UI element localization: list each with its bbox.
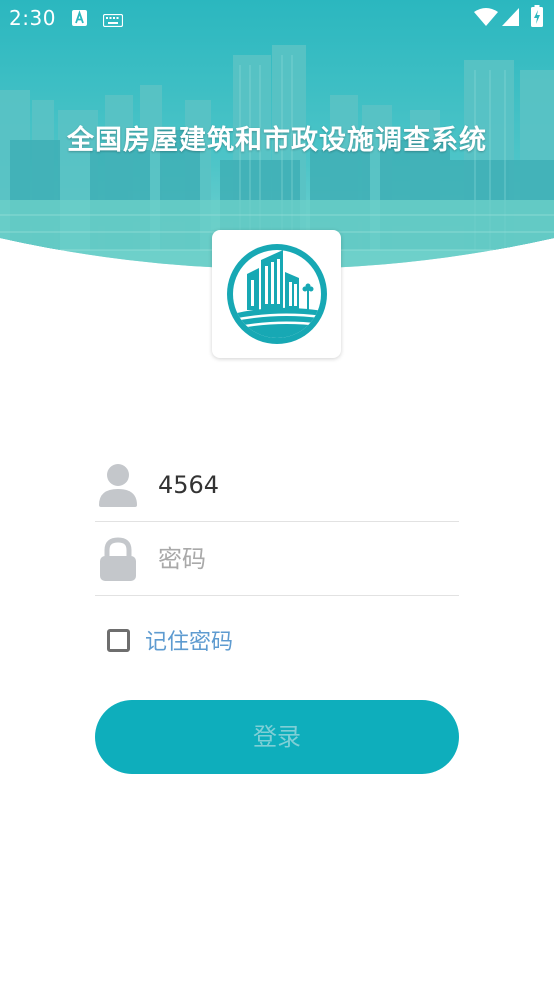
status-time: 2:30: [9, 6, 56, 30]
login-button[interactable]: 登录: [95, 700, 459, 774]
status-bar: 2:30: [0, 0, 554, 36]
login-screen: 2:30 全国房屋建筑和市政设施调查系统 4564 记住密码 登录: [0, 0, 554, 985]
app-logo: [212, 230, 341, 358]
password-input[interactable]: [158, 541, 448, 577]
a-notification-icon: [72, 10, 87, 30]
user-icon: [98, 463, 138, 507]
username-field: [95, 449, 459, 522]
remember-password-checkbox[interactable]: [107, 628, 130, 652]
remember-password[interactable]: 记住密码: [107, 622, 233, 658]
battery-charging-icon: [531, 5, 543, 31]
lock-icon: [98, 537, 138, 581]
remember-password-label[interactable]: 记住密码: [145, 624, 233, 656]
password-field: [95, 523, 459, 596]
app-title: 全国房屋建筑和市政设施调查系统: [67, 125, 487, 156]
building-logo-icon: [227, 244, 327, 344]
username-input[interactable]: [158, 467, 448, 503]
wifi-icon: [474, 8, 498, 30]
keyboard-icon: [102, 12, 124, 31]
signal-icon: [502, 8, 519, 30]
